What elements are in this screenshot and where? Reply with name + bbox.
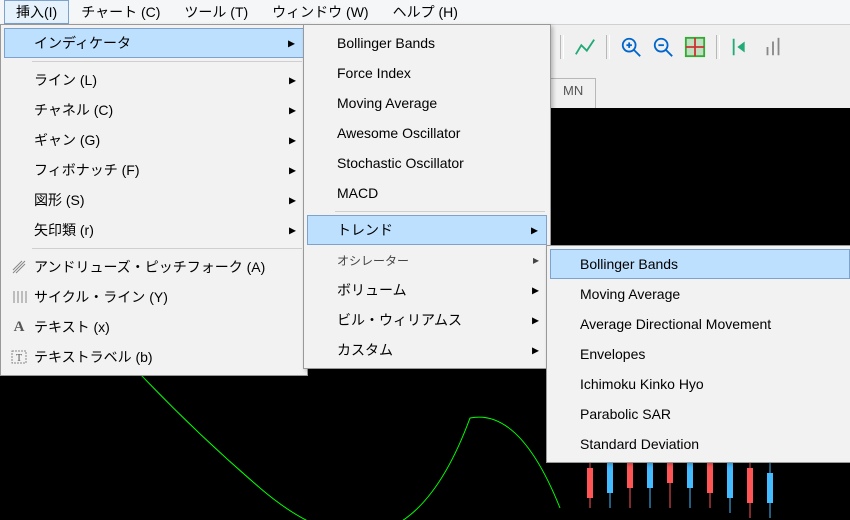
menu-item-arrows[interactable]: 矢印類 (r) ▸	[4, 215, 304, 245]
svg-text:T: T	[16, 353, 22, 364]
zoom-out-icon[interactable]	[652, 36, 674, 58]
menu-item-label: アンドリューズ・ピッチフォーク (A)	[34, 257, 265, 277]
submenu-arrow-icon: ▸	[289, 102, 296, 119]
menu-item-label: テキスト (x)	[34, 317, 110, 337]
submenu-arrow-icon: ▸	[289, 162, 296, 179]
menu-item-label: Standard Deviation	[580, 436, 699, 452]
menu-item-line[interactable]: ライン (L) ▸	[4, 65, 304, 95]
menu-insert[interactable]: 挿入(I)	[4, 0, 69, 24]
menu-item-label: ボリューム	[337, 280, 407, 300]
pitchfork-icon	[10, 258, 28, 276]
menu-item-label: フィボナッチ (F)	[34, 160, 140, 180]
menu-item-label: Envelopes	[580, 346, 645, 362]
menu-item-cycle-line[interactable]: サイクル・ライン (Y)	[4, 282, 304, 312]
menu-item-label: テキストラベル (b)	[34, 347, 153, 367]
menu-item-moving-average[interactable]: Moving Average	[307, 88, 547, 118]
menu-item-macd[interactable]: MACD	[307, 178, 547, 208]
menu-item-label: Moving Average	[580, 286, 680, 302]
menu-item-label: トレンド	[337, 220, 393, 240]
menu-item-bollinger-bands[interactable]: Bollinger Bands	[307, 28, 547, 58]
menu-item-volume[interactable]: ボリューム ▸	[307, 275, 547, 305]
chart-line-icon[interactable]	[574, 36, 596, 58]
menu-item-label: ライン (L)	[34, 70, 97, 90]
menu-item-bill-williams[interactable]: ビル・ウィリアムス ▸	[307, 305, 547, 335]
menu-item-ichimoku[interactable]: Ichimoku Kinko Hyo	[550, 369, 850, 399]
menu-item-label: Ichimoku Kinko Hyo	[580, 376, 704, 392]
menu-item-stochastic-oscillator[interactable]: Stochastic Oscillator	[307, 148, 547, 178]
submenu-arrow-icon: ▸	[289, 132, 296, 149]
menu-item-shapes[interactable]: 図形 (S) ▸	[4, 185, 304, 215]
menu-item-label: Bollinger Bands	[337, 35, 435, 51]
menu-item-label: インディケータ	[34, 33, 131, 53]
menu-item-channel[interactable]: チャネル (C) ▸	[4, 95, 304, 125]
menu-item-andrews-pitchfork[interactable]: アンドリューズ・ピッチフォーク (A)	[4, 252, 304, 282]
menu-item-trend[interactable]: トレンド ▸	[307, 215, 547, 245]
toolbar-separator	[560, 35, 564, 59]
shift-begin-icon[interactable]	[730, 36, 752, 58]
zoom-in-icon[interactable]	[620, 36, 642, 58]
menu-item-indicator[interactable]: インディケータ ▸	[4, 28, 304, 58]
toolbar	[560, 32, 784, 62]
menu-separator	[32, 61, 302, 62]
menu-item-label: Moving Average	[337, 95, 437, 111]
cycle-line-icon	[10, 288, 28, 306]
timeframe-tab-mn[interactable]: MN	[550, 78, 596, 111]
menu-help[interactable]: ヘルプ (H)	[381, 0, 470, 24]
menu-item-awesome-oscillator[interactable]: Awesome Oscillator	[307, 118, 547, 148]
menu-item-label: MACD	[337, 185, 378, 201]
menu-item-text-label[interactable]: T テキストラベル (b)	[4, 342, 304, 372]
submenu-arrow-icon: ▸	[289, 72, 296, 89]
menu-item-standard-deviation[interactable]: Standard Deviation	[550, 429, 850, 459]
menu-window[interactable]: ウィンドウ (W)	[260, 0, 380, 24]
menu-item-label: カスタム	[337, 340, 393, 360]
grid-icon[interactable]	[684, 36, 706, 58]
menu-item-label: Force Index	[337, 65, 411, 81]
menu-item-bollinger-bands[interactable]: Bollinger Bands	[550, 249, 850, 279]
indicator-menu: Bollinger Bands Force Index Moving Avera…	[303, 24, 551, 369]
menu-item-moving-average[interactable]: Moving Average	[550, 279, 850, 309]
menu-item-label: チャネル (C)	[34, 100, 113, 120]
submenu-arrow-icon: ▸	[289, 222, 296, 239]
menu-item-label: ギャン (G)	[34, 130, 100, 150]
menu-item-gann[interactable]: ギャン (G) ▸	[4, 125, 304, 155]
submenu-arrow-icon: ▸	[289, 192, 296, 209]
toolbar-separator	[606, 35, 610, 59]
menu-item-label: ビル・ウィリアムス	[337, 310, 462, 330]
menu-tools[interactable]: ツール (T)	[172, 0, 260, 24]
menu-item-label: Stochastic Oscillator	[337, 155, 464, 171]
menu-item-fibonacci[interactable]: フィボナッチ (F) ▸	[4, 155, 304, 185]
text-icon: A	[10, 318, 28, 336]
menu-item-label: サイクル・ライン (Y)	[34, 287, 168, 307]
submenu-arrow-icon: ▸	[531, 222, 538, 239]
menu-item-envelopes[interactable]: Envelopes	[550, 339, 850, 369]
menu-item-text[interactable]: A テキスト (x)	[4, 312, 304, 342]
toolbar-separator	[716, 35, 720, 59]
menu-separator	[335, 211, 545, 212]
menu-item-parabolic-sar[interactable]: Parabolic SAR	[550, 399, 850, 429]
submenu-arrow-icon: ▸	[533, 253, 539, 267]
menu-separator	[32, 248, 302, 249]
menubar: 挿入(I) チャート (C) ツール (T) ウィンドウ (W) ヘルプ (H)	[0, 0, 850, 25]
menu-item-label: 図形 (S)	[34, 190, 85, 210]
menu-item-adm[interactable]: Average Directional Movement	[550, 309, 850, 339]
menu-item-custom[interactable]: カスタム ▸	[307, 335, 547, 365]
shift-end-icon[interactable]	[762, 36, 784, 58]
menu-item-force-index[interactable]: Force Index	[307, 58, 547, 88]
text-label-icon: T	[10, 348, 28, 366]
menu-item-label: Bollinger Bands	[580, 256, 678, 272]
menu-item-label: Average Directional Movement	[580, 316, 771, 332]
trend-menu: Bollinger Bands Moving Average Average D…	[546, 245, 850, 463]
submenu-arrow-icon: ▸	[288, 35, 295, 52]
menu-item-oscillator[interactable]: オシレーター ▸	[307, 245, 547, 275]
submenu-arrow-icon: ▸	[532, 282, 539, 299]
insert-menu: インディケータ ▸ ライン (L) ▸ チャネル (C) ▸ ギャン (G) ▸ フィ…	[0, 24, 308, 376]
submenu-arrow-icon: ▸	[532, 312, 539, 329]
menu-item-label: 矢印類 (r)	[34, 220, 94, 240]
menu-item-label: Parabolic SAR	[580, 406, 671, 422]
submenu-arrow-icon: ▸	[532, 342, 539, 359]
menu-chart[interactable]: チャート (C)	[69, 0, 172, 24]
menu-item-label: Awesome Oscillator	[337, 125, 460, 141]
menu-item-label: オシレーター	[337, 252, 409, 269]
